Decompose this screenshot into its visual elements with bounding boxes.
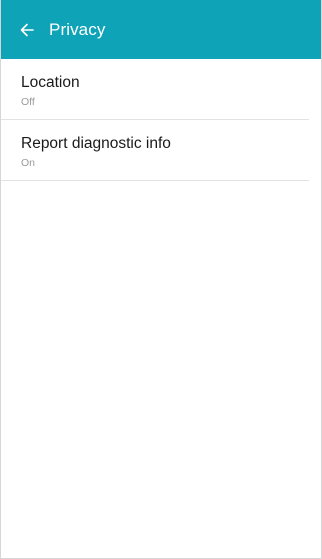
back-button[interactable] xyxy=(19,22,35,38)
arrow-left-icon xyxy=(20,23,34,36)
settings-list: Location Off Report diagnostic info On xyxy=(1,59,321,181)
page-title: Privacy xyxy=(49,19,106,39)
setting-status: On xyxy=(21,157,36,169)
setting-title: Report diagnostic info xyxy=(21,135,171,152)
setting-report-diagnostic-info[interactable]: Report diagnostic info On xyxy=(1,120,309,181)
privacy-screen: Privacy Location Off Report diagnostic i… xyxy=(0,0,322,559)
setting-status: Off xyxy=(21,96,35,108)
app-bar: Privacy xyxy=(1,0,321,59)
setting-title: Location xyxy=(21,74,80,91)
setting-location[interactable]: Location Off xyxy=(1,59,309,120)
